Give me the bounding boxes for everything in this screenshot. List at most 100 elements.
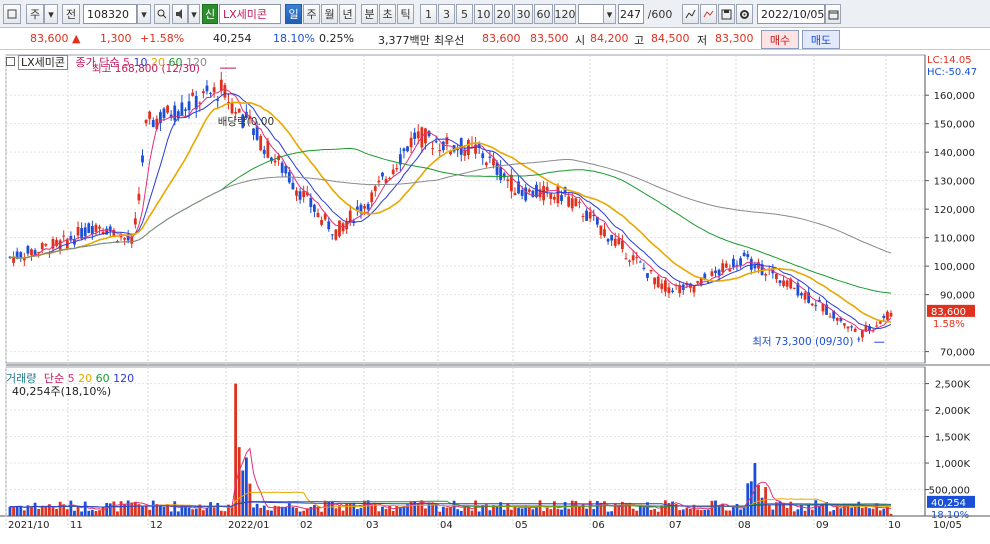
- candle-body: [137, 193, 141, 201]
- period-minute[interactable]: 분: [361, 4, 378, 24]
- price-ma-120: 120: [186, 56, 208, 69]
- candle-body: [330, 234, 334, 236]
- price-change: 1,300: [100, 32, 132, 45]
- volume-tick-label: 2,500K: [935, 380, 971, 391]
- volume-bar: [141, 506, 144, 516]
- volume-bar: [570, 500, 574, 516]
- period-year[interactable]: 년: [339, 4, 356, 24]
- interval-20[interactable]: 20: [494, 4, 513, 24]
- volume-bar: [159, 504, 162, 516]
- volume-bar: [384, 508, 388, 516]
- candle-body: [531, 190, 535, 198]
- period-week[interactable]: 주: [303, 4, 320, 24]
- interval-10[interactable]: 10: [474, 4, 493, 24]
- candle-body: [792, 287, 796, 289]
- interval-5[interactable]: 5: [456, 4, 473, 24]
- volume-bar: [860, 507, 864, 516]
- volume-bar: [574, 501, 578, 516]
- volume-bar: [320, 511, 323, 516]
- code-dropdown-icon[interactable]: ▾: [137, 4, 151, 24]
- current-price: 83,600: [30, 32, 69, 45]
- volume-bar: [98, 510, 101, 516]
- interval-dropdown-icon[interactable]: ▾: [603, 4, 616, 24]
- settings-icon[interactable]: [736, 4, 753, 24]
- volume-bar: [642, 507, 646, 516]
- volume-bar: [832, 510, 836, 516]
- date-input[interactable]: 2022/10/05: [757, 4, 825, 24]
- interval-3[interactable]: 3: [438, 4, 455, 24]
- candle-body: [588, 212, 592, 219]
- interval-120[interactable]: 120: [554, 4, 576, 24]
- volume-bar: [187, 507, 191, 516]
- volume-bar: [194, 508, 198, 516]
- toolbar: 주 ▾ 전 108320 ▾ ▾ 신 LX세미콘 일 주 월 년 분 초 틱 1…: [0, 0, 990, 28]
- sell-button[interactable]: 매도: [802, 30, 840, 49]
- volume-bar: [488, 510, 492, 516]
- candle-body: [732, 258, 735, 267]
- trend-icon[interactable]: [700, 4, 717, 24]
- volume-bar: [474, 500, 477, 516]
- candle-body: [520, 189, 524, 196]
- market-dropdown-icon[interactable]: ▾: [44, 4, 58, 24]
- chart-area[interactable]: 160,000 150,000 140,000 130,000 120,000 110,0…: [0, 51, 990, 541]
- speaker-icon[interactable]: [172, 4, 188, 24]
- volume-bar: [55, 509, 58, 516]
- volume-bar: [398, 507, 402, 516]
- stock-name-field[interactable]: LX세미콘: [219, 4, 281, 24]
- volume-bar: [83, 501, 87, 516]
- x-tick-label: 10: [888, 520, 901, 531]
- period-day[interactable]: 일: [285, 4, 302, 24]
- price-tick-label: 130,000: [934, 177, 975, 188]
- count-input[interactable]: 247: [618, 4, 644, 24]
- volume-bar: [814, 500, 818, 516]
- speaker-dropdown-icon[interactable]: ▾: [188, 4, 200, 24]
- volume-bar: [366, 500, 370, 516]
- volume-bar: [391, 510, 395, 516]
- volume-bar: [30, 506, 33, 516]
- save-icon[interactable]: [718, 4, 735, 24]
- volume-bar: [44, 506, 48, 516]
- volume-bar: [69, 500, 73, 516]
- candle-body: [774, 273, 778, 280]
- period-second[interactable]: 초: [379, 4, 396, 24]
- stock-chart[interactable]: 160,000 150,000 140,000 130,000 120,000 110,0…: [0, 51, 990, 541]
- period-tick[interactable]: 틱: [397, 4, 414, 24]
- candle-body: [886, 311, 889, 320]
- indicator-icon[interactable]: [682, 4, 699, 24]
- candle-body: [560, 195, 563, 201]
- x-tick-label: 08: [738, 520, 751, 531]
- market-button[interactable]: 주: [26, 4, 44, 24]
- search-icon[interactable]: [154, 4, 170, 24]
- volume-bar: [22, 510, 26, 516]
- volume-bar: [660, 505, 664, 516]
- candle-body: [302, 190, 306, 198]
- all-button[interactable]: 전: [62, 4, 80, 24]
- period-month[interactable]: 월: [321, 4, 338, 24]
- volume-bar: [151, 500, 155, 516]
- candle-body: [438, 149, 442, 151]
- interval-1[interactable]: 1: [420, 4, 437, 24]
- price-tick-label: 100,000: [934, 262, 975, 273]
- panel-menu-icon[interactable]: [6, 57, 15, 66]
- candle-body: [581, 216, 585, 218]
- candle-body: [714, 270, 717, 273]
- interval-30[interactable]: 30: [514, 4, 533, 24]
- high-price: 84,500: [651, 32, 690, 45]
- stock-code-input[interactable]: 108320: [83, 4, 137, 24]
- volume-bar: [807, 505, 811, 516]
- volume-tick-label: 1,000K: [935, 459, 971, 470]
- volume-bar: [108, 503, 112, 516]
- buy-button[interactable]: 매수: [761, 30, 799, 49]
- volume-bar: [244, 457, 248, 516]
- candle-body: [749, 258, 753, 270]
- volume-bar: [724, 510, 728, 516]
- candle-body: [656, 276, 660, 288]
- interval-60[interactable]: 60: [534, 4, 553, 24]
- candle-body: [875, 325, 879, 327]
- window-icon[interactable]: [3, 4, 21, 24]
- volume-bar: [37, 508, 41, 516]
- candle-body: [44, 244, 48, 246]
- volume-bar: [828, 511, 832, 516]
- volume-bar: [635, 510, 639, 516]
- calendar-icon[interactable]: [825, 4, 841, 24]
